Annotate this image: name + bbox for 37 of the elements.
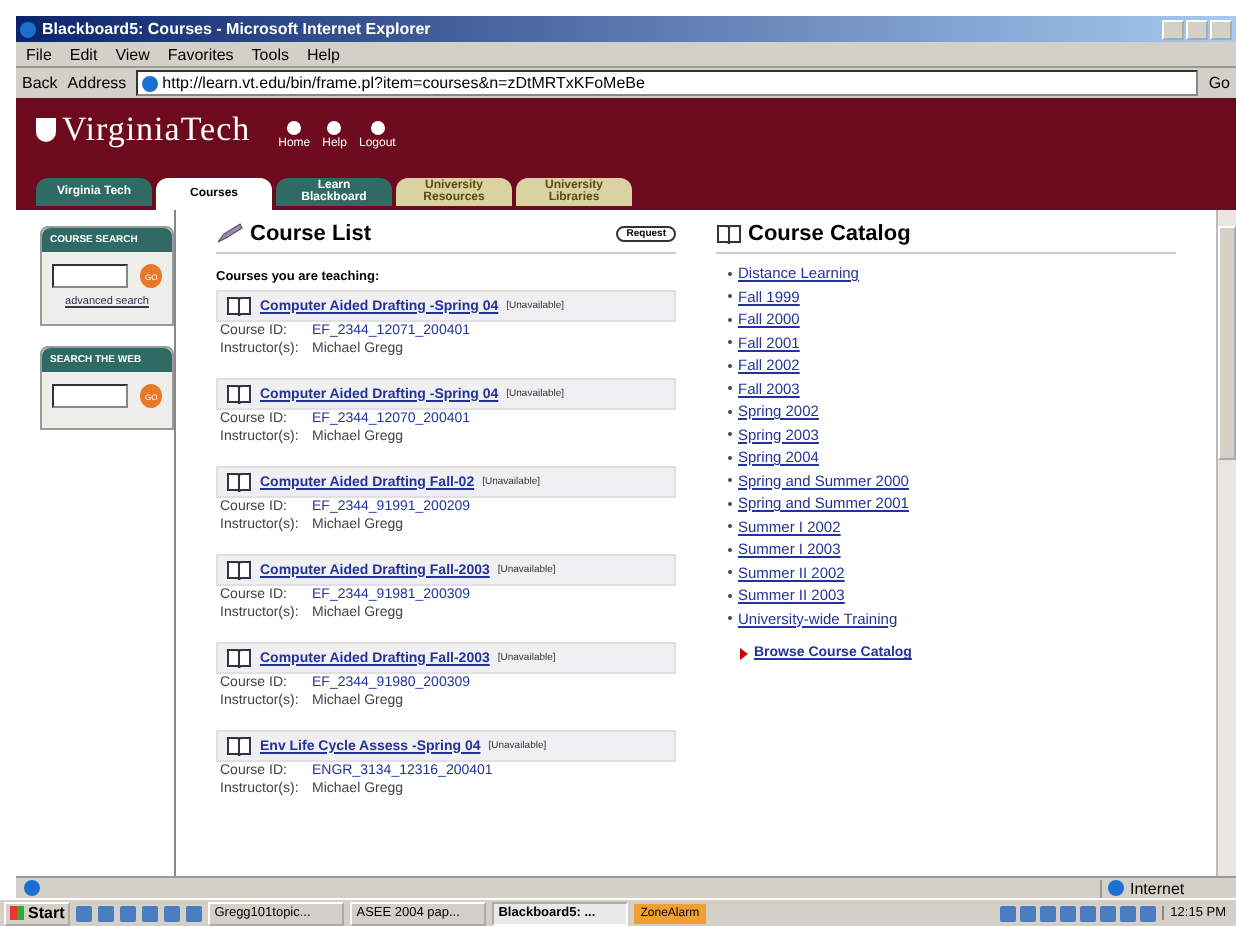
go-button[interactable]: Go xyxy=(1208,74,1230,92)
close-button[interactable] xyxy=(1210,19,1232,39)
scrollbar[interactable] xyxy=(1216,210,1236,876)
globe-icon xyxy=(1108,880,1124,896)
section-title: Course Catalog xyxy=(748,222,913,246)
menu-item[interactable]: View xyxy=(115,45,150,63)
circle-icon xyxy=(286,120,303,136)
start-button[interactable]: Start xyxy=(4,901,71,925)
page-icon xyxy=(24,880,40,896)
book-icon xyxy=(226,472,252,492)
book-icon xyxy=(226,560,252,580)
minimize-button[interactable] xyxy=(1162,19,1184,39)
zone-label: Internet xyxy=(1130,879,1185,897)
browser-icon xyxy=(20,21,36,37)
logo[interactable]: VirginiaTech xyxy=(36,110,251,150)
address-field[interactable]: http://learn.vt.edu/bin/frame.pl?item=courses&n=zDtMRTxKFoMeBe xyxy=(136,70,1199,96)
menu-item[interactable]: Favorites xyxy=(167,45,234,63)
address-label: Address xyxy=(67,74,127,92)
pencil-icon xyxy=(216,222,244,246)
book-icon xyxy=(226,736,252,756)
circle-icon xyxy=(326,120,343,136)
menu-item[interactable]: Tools xyxy=(251,45,289,63)
window-title: Blackboard5: Courses - Microsoft Internet Explorer xyxy=(42,20,433,38)
menu-item[interactable]: Edit xyxy=(69,45,98,63)
book-icon xyxy=(226,296,252,316)
menu-item[interactable]: File xyxy=(26,45,52,63)
circle-icon xyxy=(369,120,386,136)
back-button[interactable]: Back xyxy=(22,74,58,92)
search-field[interactable] xyxy=(52,264,129,288)
maximize-button[interactable] xyxy=(1186,19,1208,39)
book-icon xyxy=(716,224,742,244)
book-icon xyxy=(226,648,252,668)
menu-item[interactable]: Help xyxy=(306,45,340,63)
search-field[interactable] xyxy=(52,384,129,408)
section-title: Course List xyxy=(250,222,374,246)
arrow-icon xyxy=(740,647,748,659)
book-icon xyxy=(226,384,252,404)
